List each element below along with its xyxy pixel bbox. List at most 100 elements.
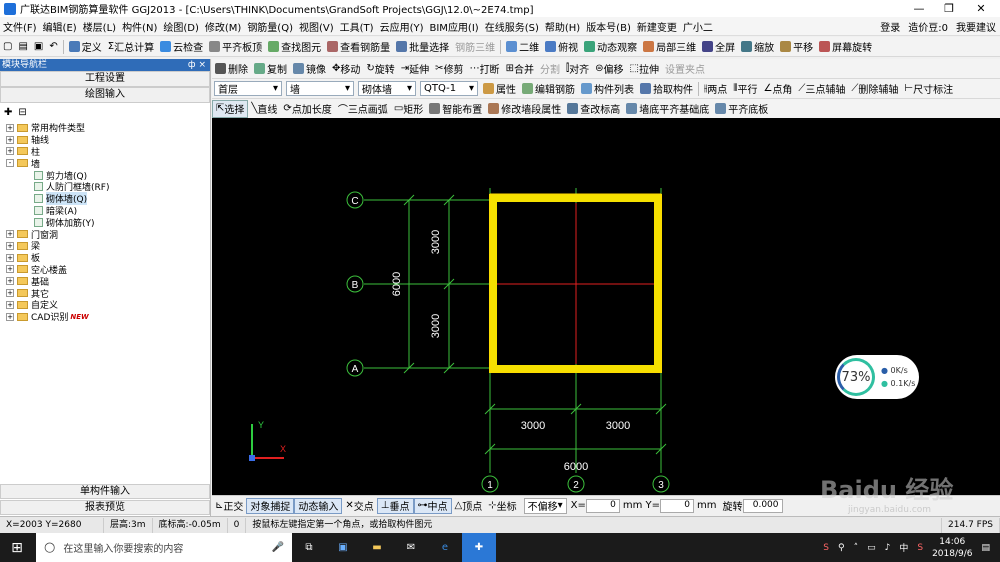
tree-item-custom[interactable]: + 自定义 xyxy=(0,299,210,311)
stretch-button[interactable]: ⬚ 拉伸 xyxy=(627,60,662,78)
properties-button[interactable]: 属性 xyxy=(480,80,519,98)
single-component-button[interactable]: 单构件输入 xyxy=(0,484,210,499)
tree-item-hidden-beam[interactable]: 暗梁(A) xyxy=(0,205,210,217)
expand-icon[interactable]: + xyxy=(6,253,14,262)
type-select[interactable]: 墙 ▾ xyxy=(286,81,354,96)
network-monitor-widget[interactable]: 73% ● 0K/s ● 0.1K/s xyxy=(835,355,919,399)
sogou-tray-icon[interactable]: S xyxy=(917,543,923,553)
menu-tools[interactable]: 工具(T) xyxy=(337,19,377,34)
windows-start-icon[interactable]: ⊞ xyxy=(0,533,34,562)
microphone-icon[interactable]: 🎤 xyxy=(272,542,284,553)
undo-icon[interactable]: ↶ xyxy=(46,38,60,56)
trim-button[interactable]: ✂ 修剪 xyxy=(432,60,466,78)
maximize-button[interactable]: ❐ xyxy=(934,0,964,17)
menu-modify[interactable]: 修改(M) xyxy=(202,19,244,34)
subtype-select[interactable]: 砌体墙 ▾ xyxy=(358,81,416,96)
collapse-icon[interactable]: ⊟ xyxy=(18,107,26,118)
menu-version[interactable]: 版本号(B) xyxy=(583,19,634,34)
edit-elevation-button[interactable]: 查改标高 xyxy=(564,100,623,118)
menu-help[interactable]: 帮助(H) xyxy=(542,19,583,34)
parallel-button[interactable]: ⫴ 平行 xyxy=(730,80,760,98)
menu-edit[interactable]: 编辑(E) xyxy=(40,19,80,34)
save-icon[interactable]: ▣ xyxy=(31,38,46,56)
expand-icon[interactable]: + xyxy=(6,312,14,321)
notification-icon[interactable]: ▤ xyxy=(981,543,990,553)
taskbar-search-box[interactable]: ○ 在这里输入你要搜索的内容 🎤 xyxy=(36,533,292,562)
sogou-icon[interactable]: S xyxy=(823,543,829,553)
people-icon[interactable]: ⚲ xyxy=(838,543,845,553)
set-grip-button[interactable]: 设置夹点 xyxy=(662,60,708,78)
ime-indicator[interactable]: 中 xyxy=(899,541,908,554)
align-slab-top-button[interactable]: 平齐板顶 xyxy=(206,38,265,56)
tree-item-cad[interactable]: + CAD识别 NEW xyxy=(0,311,210,323)
split-button[interactable]: 分割 xyxy=(537,60,563,78)
merge-button[interactable]: ⊞ 合并 xyxy=(503,60,537,78)
expand-icon[interactable]: + xyxy=(6,123,14,132)
add-icon[interactable]: ✚ xyxy=(4,107,12,118)
floor-select[interactable]: 首层 ▾ xyxy=(214,81,282,96)
suggest-link[interactable]: 我要建议 xyxy=(956,19,996,34)
local-3d-button[interactable]: 局部三维 xyxy=(640,38,699,56)
zoom-button[interactable]: 缩放 xyxy=(738,38,777,56)
tree-item-wall[interactable]: -墙 xyxy=(0,157,210,170)
view-rebar-button[interactable]: 查看钢筋量 xyxy=(324,38,393,56)
x-input[interactable]: 0 xyxy=(585,498,620,513)
menu-draw[interactable]: 绘图(D) xyxy=(160,19,202,34)
file-explorer-icon[interactable]: ▬ xyxy=(360,533,394,562)
tree-item-shear-wall[interactable]: 剪力墙(Q) xyxy=(0,169,210,182)
mail-icon[interactable]: ✉ xyxy=(394,533,428,562)
expand-icon[interactable]: + xyxy=(6,147,14,156)
ortho-toggle[interactable]: ⊾ 正交 xyxy=(212,498,246,514)
menu-assistant[interactable]: 广小二 xyxy=(680,19,716,34)
edit-rebar-button[interactable]: 编辑钢筋 xyxy=(519,80,578,98)
break-button[interactable]: ⋯ 打断 xyxy=(467,60,503,78)
move-button[interactable]: ✥ 移动 xyxy=(329,60,363,78)
menu-component[interactable]: 构件(N) xyxy=(119,19,160,34)
expand-icon[interactable]: + xyxy=(6,289,14,298)
screen-rotate-button[interactable]: 屏幕旋转 xyxy=(816,38,875,56)
volume-icon[interactable]: ♪ xyxy=(885,543,891,553)
menu-bim[interactable]: BIM应用(I) xyxy=(427,19,482,34)
tree-item-foundation[interactable]: + 基础 xyxy=(0,275,210,288)
report-preview-button[interactable]: 报表预览 xyxy=(0,500,210,515)
edge-browser-icon[interactable]: e xyxy=(428,533,462,562)
expand-icon[interactable]: + xyxy=(6,241,14,250)
perpendicular-snap[interactable]: ⊥ 垂点 xyxy=(376,497,414,514)
expand-icon[interactable]: + xyxy=(6,230,14,239)
menu-file[interactable]: 文件(F) xyxy=(0,19,40,34)
object-snap-toggle[interactable]: 对象捕捉 xyxy=(246,497,295,514)
offset-select[interactable]: 不偏移 ▾ xyxy=(523,497,567,514)
system-clock[interactable]: 14:06 2018/9/6 xyxy=(932,536,972,560)
expand-icon[interactable]: + xyxy=(6,277,14,286)
three-point-axis-button[interactable]: ⟋ 三点辅轴 xyxy=(795,80,848,98)
rebar-3d-button[interactable]: 钢筋三维 xyxy=(452,38,498,56)
batch-select-button[interactable]: 批量选择 xyxy=(393,38,452,56)
tree-item-other[interactable]: + 其它 xyxy=(0,287,210,300)
three-point-arc-button[interactable]: ⌒ 三点画弧 xyxy=(335,100,391,118)
menu-online[interactable]: 在线服务(S) xyxy=(482,19,542,34)
delete-button[interactable]: 删除 xyxy=(212,60,251,78)
coordinate-snap[interactable]: ⊹ 坐标 xyxy=(485,498,519,514)
rotate-button[interactable]: ↻ 旋转 xyxy=(363,60,397,78)
cloud-check-button[interactable]: 云检查 xyxy=(157,38,206,56)
open-file-icon[interactable]: ▤ xyxy=(15,38,30,56)
pick-component-button[interactable]: 拾取构件 xyxy=(637,80,696,98)
wall-bottom-align-button[interactable]: 墙底平齐基础底 xyxy=(623,100,712,118)
minimize-button[interactable]: — xyxy=(904,0,934,17)
menu-view[interactable]: 视图(V) xyxy=(296,19,337,34)
menu-new-change[interactable]: 新建变更 xyxy=(634,19,680,34)
point-angle-button[interactable]: ∠ 点角 xyxy=(760,80,795,98)
menu-rebar[interactable]: 钢筋量(Q) xyxy=(244,19,296,34)
component-list-button[interactable]: 构件列表 xyxy=(578,80,637,98)
line-button[interactable]: ╲ 直线 xyxy=(248,100,280,118)
edit-wall-props-button[interactable]: 修改墙段属性 xyxy=(485,100,564,118)
tree-item-openings[interactable]: + 门窗洞 xyxy=(0,228,210,241)
expand-icon[interactable]: + xyxy=(6,135,14,144)
close-button[interactable]: ✕ xyxy=(966,0,996,17)
rotate-input[interactable]: 0.000 xyxy=(742,498,783,513)
tree-item-masonry-rebar[interactable]: 砌体加筋(Y) xyxy=(0,216,210,229)
align-button[interactable]: ⫿ 对齐 xyxy=(563,60,592,78)
dimension-button[interactable]: ⊢ 尺寸标注 xyxy=(901,80,956,98)
view-2d-button[interactable]: 二维 xyxy=(503,38,542,56)
expand-icon[interactable]: + xyxy=(6,265,14,274)
